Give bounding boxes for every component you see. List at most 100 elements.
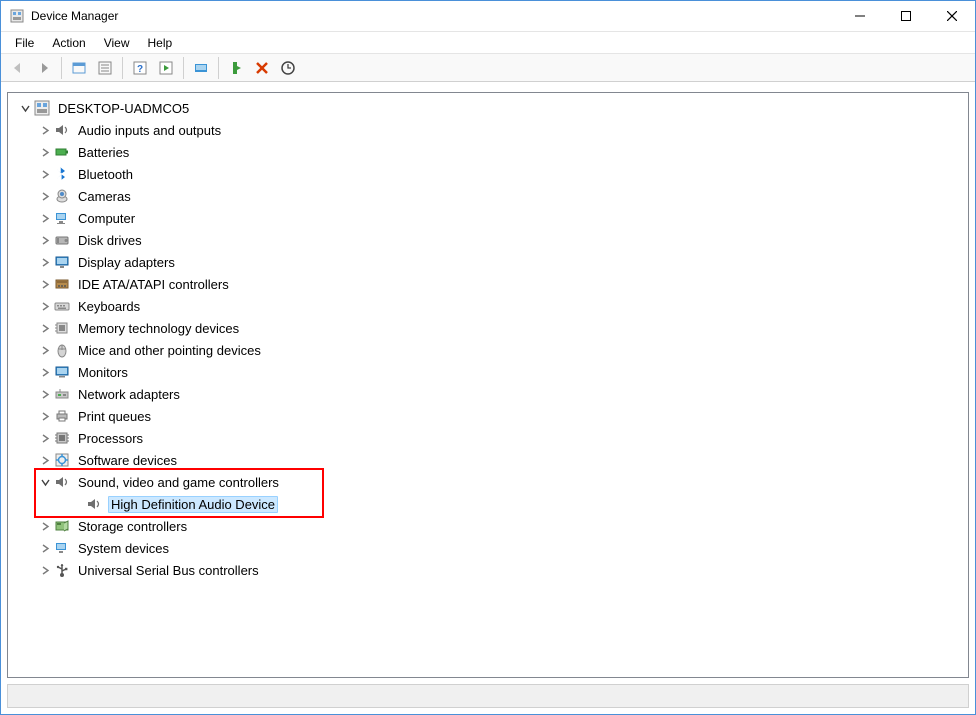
tree-category[interactable]: Monitors xyxy=(8,361,968,383)
menu-view[interactable]: View xyxy=(96,34,138,52)
expander-icon[interactable] xyxy=(38,453,52,467)
ide-icon xyxy=(54,276,70,292)
tree-category[interactable]: Display adapters xyxy=(8,251,968,273)
tree-category-label: Bluetooth xyxy=(76,166,135,183)
tree-category[interactable]: Processors xyxy=(8,427,968,449)
tree-category[interactable]: System devices xyxy=(8,537,968,559)
tree-category[interactable]: Mice and other pointing devices xyxy=(8,339,968,361)
expander-icon[interactable] xyxy=(38,145,52,159)
tree-category[interactable]: Print queues xyxy=(8,405,968,427)
expander-icon[interactable] xyxy=(38,431,52,445)
app-icon xyxy=(9,8,25,24)
network-icon xyxy=(54,386,70,402)
tree-category[interactable]: Bluetooth xyxy=(8,163,968,185)
expander-icon[interactable] xyxy=(38,409,52,423)
tree-category-label: Network adapters xyxy=(76,386,182,403)
usb-icon xyxy=(54,562,70,578)
tree-category-label: Universal Serial Bus controllers xyxy=(76,562,261,579)
tree-category[interactable]: Storage controllers xyxy=(8,515,968,537)
tree-category[interactable]: Universal Serial Bus controllers xyxy=(8,559,968,581)
keyboard-icon xyxy=(54,298,70,314)
show-hidden-button[interactable] xyxy=(67,56,91,80)
maximize-button[interactable] xyxy=(883,1,929,31)
enable-device-button[interactable] xyxy=(224,56,248,80)
mouse-icon xyxy=(54,342,70,358)
monitor-icon xyxy=(54,364,70,380)
statusbar xyxy=(7,684,969,708)
expander-icon[interactable] xyxy=(38,541,52,555)
titlebar: Device Manager xyxy=(1,1,975,32)
uninstall-device-button[interactable] xyxy=(250,56,274,80)
expander-icon[interactable] xyxy=(38,211,52,225)
tree-category-label: Cameras xyxy=(76,188,133,205)
tree-category-label: Audio inputs and outputs xyxy=(76,122,223,139)
tree-category[interactable]: Keyboards xyxy=(8,295,968,317)
tree-category-label: IDE ATA/ATAPI controllers xyxy=(76,276,231,293)
expander-icon[interactable] xyxy=(38,519,52,533)
bluetooth-icon xyxy=(54,166,70,182)
computer-icon xyxy=(54,210,70,226)
back-button[interactable] xyxy=(6,56,30,80)
expander-icon[interactable] xyxy=(38,475,52,489)
tree-category[interactable]: IDE ATA/ATAPI controllers xyxy=(8,273,968,295)
tree-root-label: DESKTOP-UADMCO5 xyxy=(56,100,191,117)
window-title: Device Manager xyxy=(31,9,837,23)
tree-category[interactable]: Memory technology devices xyxy=(8,317,968,339)
menubar: File Action View Help xyxy=(1,32,975,54)
tree-category[interactable]: Cameras xyxy=(8,185,968,207)
expander-icon[interactable] xyxy=(38,321,52,335)
printer-icon xyxy=(54,408,70,424)
close-button[interactable] xyxy=(929,1,975,31)
battery-icon xyxy=(54,144,70,160)
tree-category-label: Disk drives xyxy=(76,232,144,249)
forward-button[interactable] xyxy=(32,56,56,80)
expander-icon[interactable] xyxy=(38,299,52,313)
expander-icon[interactable] xyxy=(38,563,52,577)
device-tree-pane[interactable]: DESKTOP-UADMCO5 Audio inputs and outputs B… xyxy=(7,92,969,678)
properties-button[interactable] xyxy=(93,56,117,80)
help-button[interactable]: ? xyxy=(128,56,152,80)
menu-action[interactable]: Action xyxy=(44,34,93,52)
expander-icon[interactable] xyxy=(38,277,52,291)
tree-category[interactable]: Computer xyxy=(8,207,968,229)
expander-none xyxy=(70,497,84,511)
minimize-button[interactable] xyxy=(837,1,883,31)
expander-icon[interactable] xyxy=(38,233,52,247)
expander-icon[interactable] xyxy=(38,255,52,269)
speaker-icon xyxy=(86,496,102,512)
svg-text:?: ? xyxy=(137,64,143,75)
expander-icon[interactable] xyxy=(38,167,52,181)
menu-file[interactable]: File xyxy=(7,34,42,52)
speaker-icon xyxy=(54,122,70,138)
expander-icon[interactable] xyxy=(38,365,52,379)
tree-category[interactable]: Network adapters xyxy=(8,383,968,405)
display-icon xyxy=(54,254,70,270)
tree-category[interactable]: Audio inputs and outputs xyxy=(8,119,968,141)
tree-category[interactable]: Disk drives xyxy=(8,229,968,251)
tree-category-label: Storage controllers xyxy=(76,518,189,535)
tree-device[interactable]: High Definition Audio Device xyxy=(8,493,968,515)
expander-icon[interactable] xyxy=(38,123,52,137)
window-controls xyxy=(837,1,975,31)
speaker-icon xyxy=(54,474,70,490)
expander-icon[interactable] xyxy=(38,343,52,357)
tree-device-label: High Definition Audio Device xyxy=(108,496,278,513)
computer-root-icon xyxy=(34,100,50,116)
tree-category-label: Mice and other pointing devices xyxy=(76,342,263,359)
tree-category[interactable]: Software devices xyxy=(8,449,968,471)
storage-icon xyxy=(54,518,70,534)
expander-icon[interactable] xyxy=(38,189,52,203)
menu-help[interactable]: Help xyxy=(140,34,181,52)
expander-icon[interactable] xyxy=(38,387,52,401)
expander-icon[interactable] xyxy=(18,101,32,115)
tree-category[interactable]: Batteries xyxy=(8,141,968,163)
tree-category[interactable]: Sound, video and game controllers xyxy=(8,471,968,493)
tree-category-label: Display adapters xyxy=(76,254,177,271)
tree-root[interactable]: DESKTOP-UADMCO5 xyxy=(8,97,968,119)
scan-hardware-button[interactable] xyxy=(276,56,300,80)
update-driver-button[interactable] xyxy=(189,56,213,80)
action-button[interactable] xyxy=(154,56,178,80)
software-icon xyxy=(54,452,70,468)
tree-category-label: Memory technology devices xyxy=(76,320,241,337)
tree-category-label: Batteries xyxy=(76,144,131,161)
